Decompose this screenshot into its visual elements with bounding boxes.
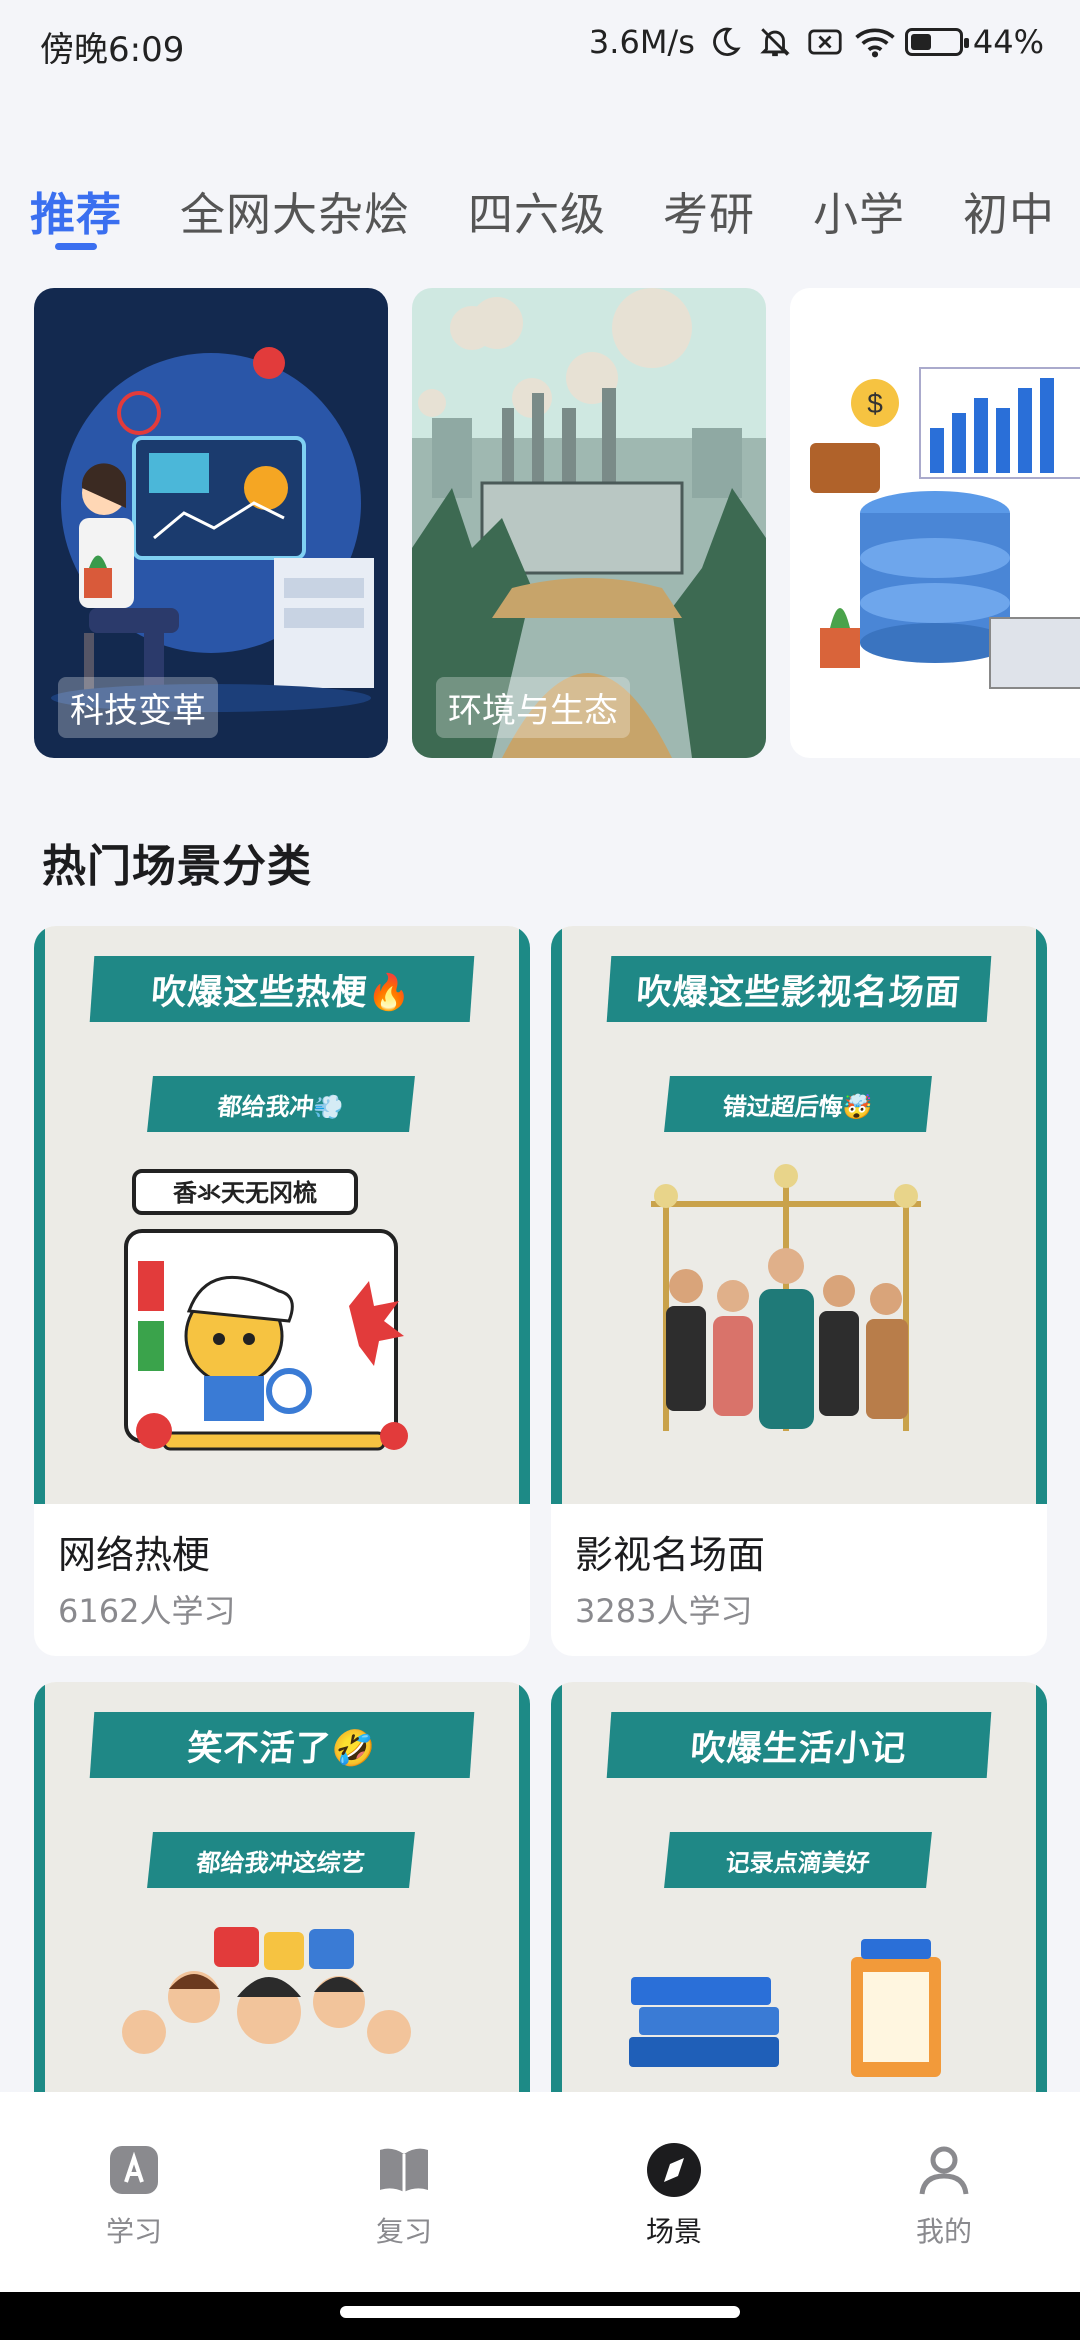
section-title: 热门场景分类 [42, 841, 312, 892]
status-right: 3.6M/s 44% [589, 22, 1044, 62]
card-title: 影视名场面 [575, 1533, 766, 1577]
compass-icon [647, 2143, 701, 2197]
tab-indicator [55, 243, 97, 250]
nav-study[interactable]: 学习 [64, 2140, 204, 2250]
nav-profile[interactable]: 我的 [874, 2140, 1014, 2250]
nav-label: 我的 [915, 2215, 972, 2248]
book-icon [380, 2148, 428, 2192]
category-tabs: 推荐 全网大杂烩 四六级 考研 小学 初中 [0, 178, 1080, 258]
bottom-navigation: 学习 复习 场景 我的 [0, 2092, 1080, 2292]
banner-label: 环境与生态 [436, 677, 630, 738]
poster-subtitle: 错过超后悔🤯 [664, 1076, 932, 1132]
battery-icon [904, 28, 969, 56]
bell-off-icon [755, 22, 795, 62]
status-bar: 傍晚6:09 3.6M/s 44% [0, 0, 1080, 90]
banner-carousel[interactable]: 科技变革 环境与生态 $ 科技 [0, 288, 1080, 758]
banner-label: 科技 [814, 677, 906, 738]
nav-label: 场景 [645, 2215, 702, 2248]
poster-title: 吹爆这些影视名场面 [606, 956, 992, 1022]
card-learners: 3283人学习 [575, 1592, 753, 1630]
nav-scenes[interactable]: 场景 [604, 2140, 744, 2250]
poster-title: 吹爆生活小记 [606, 1712, 992, 1778]
gesture-bar [0, 2292, 1080, 2340]
poster-subtitle: 都给我冲💨 [147, 1076, 415, 1132]
meme-illustration: 香氺天无冈梳 [124, 1169, 408, 1451]
tab-junior[interactable]: 初中 [963, 178, 1055, 243]
card-poster: 吹爆这些影视名场面 错过超后悔🤯 [551, 926, 1047, 1504]
sim-off-icon [805, 22, 845, 62]
banner-tech-revolution[interactable]: 科技变革 [34, 288, 388, 758]
card-title: 网络热梗 [58, 1533, 211, 1577]
svg-text:$: $ [867, 388, 883, 419]
tab-recommend[interactable]: 推荐 [30, 178, 122, 243]
tab-mix[interactable]: 全网大杂烩 [180, 178, 410, 243]
poster-subtitle: 都给我冲这综艺 [147, 1832, 415, 1888]
scene-card-film-scenes[interactable]: 吹爆这些影视名场面 错过超后悔🤯 影视名场面 3283人学习 [551, 926, 1047, 1656]
banner-tech[interactable]: $ 科技 [790, 288, 1080, 758]
nav-label: 学习 [105, 2215, 162, 2248]
study-icon [110, 2146, 158, 2194]
poster-title: 吹爆这些热梗🔥 [89, 956, 475, 1022]
wifi-icon [855, 22, 895, 62]
tab-postgrad[interactable]: 考研 [663, 178, 755, 243]
tab-cet[interactable]: 四六级 [468, 178, 606, 243]
poster-subtitle: 记录点滴美好 [664, 1832, 932, 1888]
banner-environment[interactable]: 环境与生态 [412, 288, 766, 758]
nav-label: 复习 [375, 2215, 432, 2248]
status-time: 傍晚6:09 [40, 30, 185, 70]
battery-percent: 44% [972, 23, 1044, 61]
scene-card-memes[interactable]: 吹爆这些热梗🔥 都给我冲💨 香氺天无冈梳 网络热梗 6162人学习 [34, 926, 530, 1656]
network-speed: 3.6M/s [588, 23, 695, 61]
poster-title: 笑不活了🤣 [89, 1712, 475, 1778]
profile-icon [919, 2146, 969, 2195]
card-learners: 6162人学习 [58, 1592, 236, 1630]
film-cast-illustration [651, 1164, 921, 1431]
banner-label: 科技变革 [58, 677, 218, 738]
art-caption: 香氺天无冈梳 [173, 1179, 317, 1207]
home-indicator[interactable] [340, 2306, 740, 2318]
tab-primary[interactable]: 小学 [813, 178, 905, 243]
nav-review[interactable]: 复习 [334, 2140, 474, 2250]
card-poster: 吹爆这些热梗🔥 都给我冲💨 香氺天无冈梳 [34, 926, 530, 1504]
moon-icon [705, 22, 745, 62]
